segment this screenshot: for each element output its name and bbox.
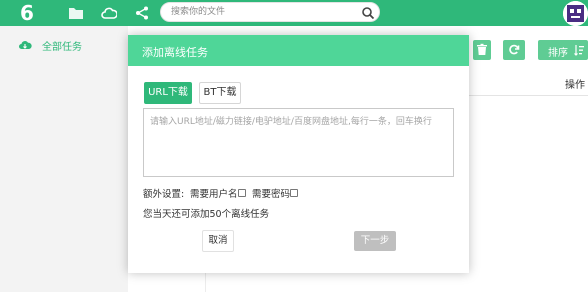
tab-url-download[interactable]: URL下载 (144, 82, 192, 104)
column-header-operations: 操作 (565, 80, 585, 91)
dialog-header: 添加离线任务 (128, 35, 469, 66)
quota-text: 您当天还可添加50个离线任务 (143, 209, 270, 220)
search-icon[interactable] (361, 6, 375, 20)
dialog-title: 添加离线任务 (142, 46, 208, 59)
share-icon[interactable] (134, 5, 150, 21)
sidebar-item-label: 全部任务 (42, 42, 82, 53)
tab-bt-download[interactable]: BT下载 (199, 82, 241, 104)
sort-icon (574, 44, 584, 59)
top-bar: 6 (0, 0, 588, 26)
sort-button[interactable]: 排序 (538, 40, 588, 60)
sidebar: 全部任务 (0, 26, 128, 292)
url-input[interactable] (143, 108, 454, 177)
username-option-label: 需要用户名 (190, 189, 238, 200)
cloud-download-icon (18, 38, 32, 52)
refresh-icon (508, 43, 520, 60)
search-input[interactable] (171, 5, 351, 19)
search-box (160, 2, 380, 22)
password-checkbox[interactable] (290, 189, 298, 197)
app-logo[interactable]: 6 (20, 2, 40, 24)
cancel-button[interactable]: 取消 (202, 230, 234, 252)
delete-icon (476, 43, 488, 60)
password-option-label: 需要密码 (252, 189, 291, 200)
cloud-icon[interactable] (101, 5, 118, 21)
delete-button[interactable] (473, 40, 491, 60)
avatar[interactable] (563, 1, 588, 26)
next-step-button[interactable]: 下一步 (354, 231, 396, 251)
username-checkbox[interactable] (238, 189, 246, 197)
sort-label: 排序 (548, 48, 568, 59)
add-offline-task-dialog: 添加离线任务 URL下载 BT下载 额外设置: 需要用户名 需要密码 您当天还可… (128, 35, 469, 273)
folder-icon[interactable] (68, 5, 84, 21)
refresh-button[interactable] (503, 40, 525, 60)
extra-settings-label: 额外设置: (143, 189, 185, 200)
